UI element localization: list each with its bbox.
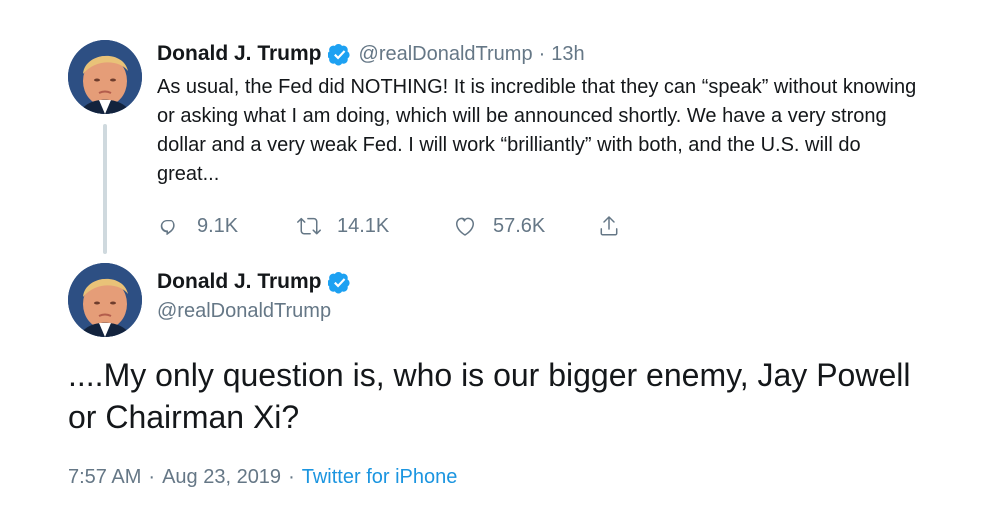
like-icon	[456, 217, 474, 236]
reply-button[interactable]: 9.1K	[157, 214, 262, 238]
parent-handle[interactable]: @realDonaldTrump	[359, 43, 533, 66]
reply-icon	[160, 220, 175, 236]
parent-tweet-body: Donald J. Trump @realDonaldTrump · 13h A…	[157, 38, 937, 241]
main-tweet-text: ....My only question is, who is our bigg…	[68, 357, 911, 435]
avatar-image	[68, 40, 142, 114]
tweet-date[interactable]: Aug 23, 2019	[162, 466, 281, 488]
tweet-metadata: 7:57 AM · Aug 23, 2019 · Twitter for iPhone	[68, 466, 457, 489]
meta-separator: ·	[148, 466, 156, 488]
main-display-name[interactable]: Donald J. Trump	[157, 270, 322, 294]
reply-count: 9.1K	[197, 214, 239, 237]
verified-badge-icon	[327, 43, 350, 66]
like-button[interactable]: 57.6K	[453, 214, 563, 238]
parent-tweet-text: As usual, the Fed did NOTHING! It is inc…	[157, 76, 917, 185]
main-avatar[interactable]	[68, 263, 142, 337]
header-separator: ·	[538, 42, 546, 65]
thread-connector-line	[103, 124, 107, 254]
parent-timestamp[interactable]: 13h	[551, 43, 584, 66]
parent-avatar[interactable]	[68, 40, 142, 114]
share-icon	[600, 216, 618, 236]
retweet-icon	[297, 217, 321, 235]
avatar-image	[68, 263, 142, 337]
tweet-source-link[interactable]: Twitter for iPhone	[302, 466, 458, 488]
retweet-count: 14.1K	[337, 214, 390, 237]
tweet-action-bar: 9.1K 14.1K 57.6K	[157, 211, 937, 241]
main-tweet-header: Donald J. Trump @realDonaldTrump	[157, 266, 359, 323]
tweet-time[interactable]: 7:57 AM	[68, 466, 141, 488]
retweet-button[interactable]: 14.1K	[297, 214, 409, 238]
like-count: 57.6K	[493, 214, 546, 237]
main-handle[interactable]: @realDonaldTrump	[157, 300, 359, 323]
parent-display-name[interactable]: Donald J. Trump	[157, 42, 322, 66]
verified-badge-icon	[327, 271, 350, 294]
share-button[interactable]	[597, 214, 621, 238]
main-name-row: Donald J. Trump	[157, 266, 359, 298]
parent-tweet-header: Donald J. Trump @realDonaldTrump · 13h	[157, 38, 937, 70]
meta-separator: ·	[288, 466, 295, 488]
